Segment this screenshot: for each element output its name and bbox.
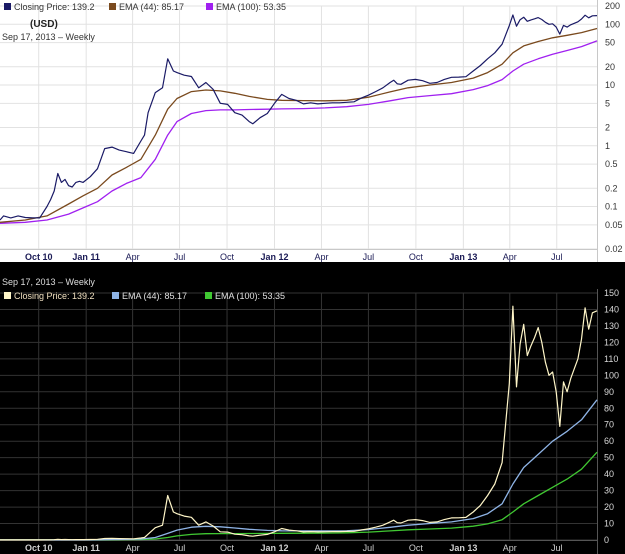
y-tick-label: 200 [605,1,620,11]
x-tick-label: Jul [551,252,563,262]
x-tick-label: Jul [174,543,186,553]
x-tick-label: Jul [551,543,563,553]
y-tick-label: 140 [604,304,619,314]
y-tick-label: 10 [604,519,614,529]
top-date-label: Sep 17, 2013 – Weekly [2,32,95,42]
bottom-legend: Closing Price: 139.2 EMA (44): 85.17 EMA… [4,291,285,301]
y-tick-label: 5 [605,98,610,108]
x-tick-label: Oct 10 [25,252,53,262]
y-tick-label: 10 [605,80,615,90]
x-tick-label: Oct 10 [25,543,53,553]
x-tick-label: Apr [314,252,328,262]
legend-ema44-swatch [109,3,116,10]
x-tick-label: Apr [126,252,140,262]
y-tick-label: 20 [604,502,614,512]
y-tick-label: 0 [604,535,609,545]
y-tick-label: 90 [604,387,614,397]
y-tick-label: 110 [604,354,618,364]
x-tick-label: Jan 13 [449,543,477,553]
x-tick-label: Jan 13 [449,252,477,262]
top-legend: Closing Price: 139.2 EMA (44): 85.17 EMA… [4,2,286,12]
x-tick-label: Jan 12 [260,543,288,553]
x-tick-label: Jan 11 [72,252,100,262]
y-tick-label: 150 [604,288,619,298]
y-tick-label: 0.02 [605,244,623,254]
y-tick-label: 40 [604,469,614,479]
chart-page: 200 100 50 20 10 5 2 1 0.5 0.2 0.1 0.05 0.02 Oct 10 J… [0,0,625,554]
x-tick-label: Jul [363,252,375,262]
y-tick-label: 130 [604,321,619,331]
legend-ema44-swatch [112,292,119,299]
panel-divider [0,262,625,274]
legend-ema100-swatch [205,292,212,299]
bottom-date-label: Sep 17, 2013 – Weekly [2,277,95,287]
y-tick-label: 100 [605,19,620,29]
y-tick-label: 70 [604,420,614,430]
x-tick-label: Oct [220,543,235,553]
legend-ema44-label: EMA (44): 85.17 [119,2,184,12]
legend-ema100-label: EMA (100): 53.35 [216,2,286,12]
log-price-chart: 200 100 50 20 10 5 2 1 0.5 0.2 0.1 0.05 0.02 Oct 10 J… [0,0,625,262]
x-tick-label: Jul [174,252,186,262]
x-tick-label: Apr [503,543,517,553]
y-tick-label: 100 [604,370,619,380]
y-tick-label: 60 [604,436,614,446]
currency-label: (USD) [30,19,58,30]
x-tick-label: Jan 12 [260,252,288,262]
x-tick-label: Oct [409,252,424,262]
y-tick-label: 0.2 [605,183,618,193]
y-tick-label: 0.1 [605,202,618,212]
y-tick-label: 120 [604,337,619,347]
legend-ema100-swatch [206,3,213,10]
legend-ema100-label: EMA (100): 53.35 [215,291,285,301]
y-tick-label: 30 [604,486,614,496]
y-tick-label: 1 [605,141,610,151]
x-tick-label: Jul [363,543,375,553]
legend-ema44-label: EMA (44): 85.17 [122,291,187,301]
legend-close-swatch [4,292,11,299]
y-tick-label: 2 [605,123,610,133]
x-tick-label: Oct [220,252,235,262]
legend-close-swatch [4,3,11,10]
linear-price-chart: 1501401301201101009080706050403020100 Oc… [0,274,625,554]
y-tick-label: 0.05 [605,220,623,230]
y-tick-label: 50 [605,38,615,48]
y-tick-label: 0.5 [605,159,618,169]
y-tick-label: 50 [604,453,614,463]
legend-close-label: Closing Price: 139.2 [14,291,95,301]
x-tick-label: Jan 11 [72,543,100,553]
y-tick-label: 80 [604,403,614,413]
x-tick-label: Apr [503,252,517,262]
x-tick-label: Apr [314,543,328,553]
x-tick-label: Oct [409,543,424,553]
x-tick-label: Apr [126,543,140,553]
legend-close-label: Closing Price: 139.2 [14,2,95,12]
y-tick-label: 20 [605,62,615,72]
